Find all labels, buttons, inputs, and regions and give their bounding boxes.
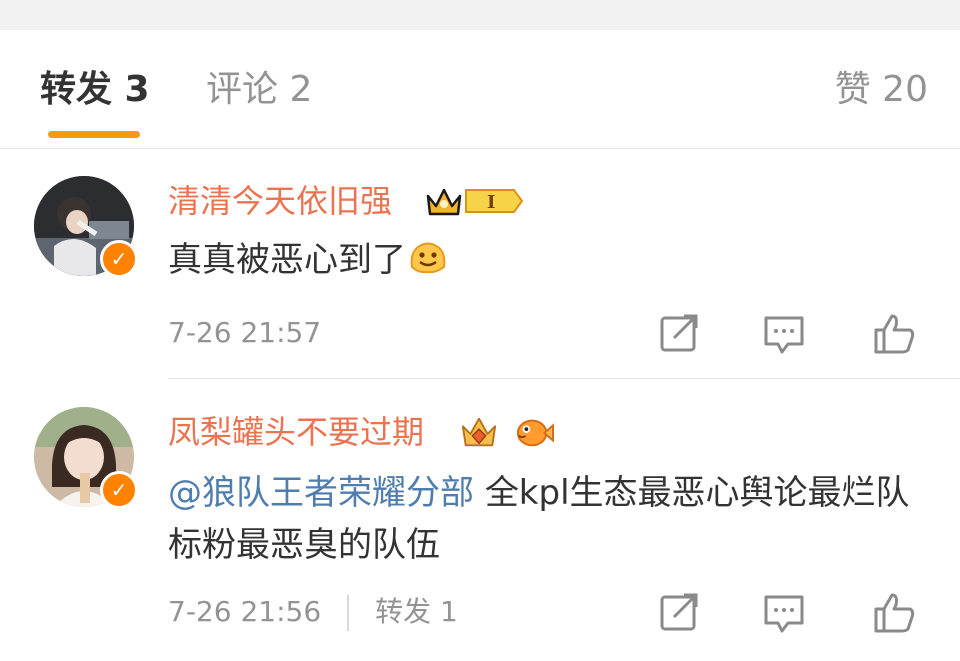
tab-bar: 转发 3 评论 2 赞 20: [0, 30, 960, 149]
fish-icon: [516, 419, 554, 447]
thumbs-up-icon[interactable]: [872, 312, 916, 356]
tab-comment[interactable]: 评论 2: [206, 68, 312, 112]
meta-separator: [347, 595, 350, 631]
timestamp: 7-26 21:57: [168, 316, 322, 349]
top-strip: [0, 0, 960, 30]
smile-emoji-icon: [410, 242, 446, 274]
tab-repost[interactable]: 转发 3: [40, 68, 150, 112]
level-badge-text: I: [487, 192, 495, 213]
username[interactable]: 清清今天依旧强: [168, 180, 392, 222]
thumbs-up-icon[interactable]: [872, 591, 916, 635]
repost-count[interactable]: 转发 1: [375, 595, 458, 628]
share-icon[interactable]: [658, 591, 702, 635]
mention-link[interactable]: @狼队王者荣耀分部: [168, 473, 474, 513]
share-icon[interactable]: [658, 312, 702, 356]
comment-meta: 7-26 21:56 转发 1: [168, 595, 458, 631]
comment-text: @狼队王者荣耀分部 全kpl生态最恶心舆论最烂队标粉最恶臭的队伍: [168, 467, 928, 571]
comment-icon[interactable]: [762, 591, 806, 635]
verified-icon: ✓: [100, 471, 138, 509]
comment-icon[interactable]: [762, 312, 806, 356]
crown-icon: I: [426, 188, 524, 216]
timestamp: 7-26 21:56: [168, 595, 322, 628]
tab-like[interactable]: 赞 20: [835, 68, 928, 112]
verified-icon: ✓: [100, 240, 138, 278]
comment-actions: [658, 312, 918, 356]
active-tab-indicator: [48, 131, 140, 138]
crown-icon: [461, 417, 497, 447]
comment-actions: [658, 591, 918, 635]
list-item: ✓ 凤梨罐头不要过期 @狼队王者荣耀分部 全kpl生态最恶心舆论最烂队标粉最恶臭…: [0, 379, 960, 661]
username[interactable]: 凤梨罐头不要过期: [168, 411, 424, 453]
list-item: ✓ 清清今天依旧强 I 真真被恶心到了 7-26 21:57: [0, 148, 960, 378]
comment-text: 真真被恶心到了: [168, 234, 450, 286]
comment-content: 真真被恶心到了: [168, 240, 406, 280]
comment-meta: 7-26 21:57: [168, 316, 321, 350]
